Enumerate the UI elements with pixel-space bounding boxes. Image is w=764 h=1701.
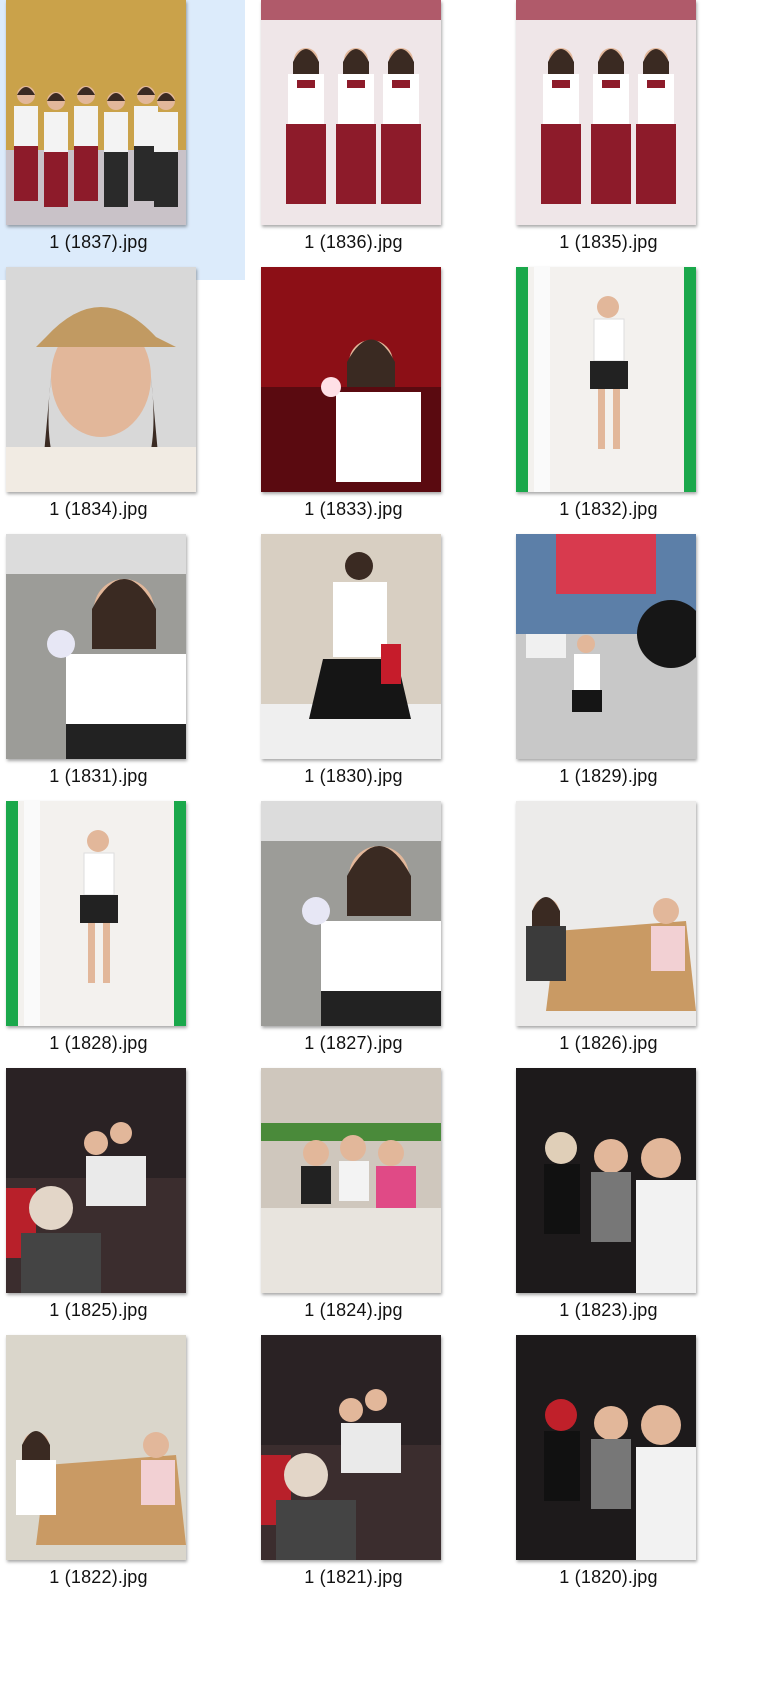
file-item[interactable]: 1 (1825).jpg <box>0 1068 245 1348</box>
file-item[interactable]: 1 (1827).jpg <box>255 801 500 1081</box>
file-thumbnail[interactable] <box>261 267 441 492</box>
file-thumbnail[interactable] <box>516 267 696 492</box>
file-thumbnail[interactable] <box>6 1068 186 1293</box>
file-thumbnail[interactable] <box>6 0 186 225</box>
file-name-label: 1 (1821).jpg <box>304 1567 403 1587</box>
file-item[interactable]: 1 (1820).jpg <box>510 1335 755 1615</box>
file-thumbnail[interactable] <box>516 534 696 759</box>
file-name-label: 1 (1832).jpg <box>559 499 658 519</box>
file-name-label: 1 (1823).jpg <box>559 1300 658 1320</box>
file-name-label: 1 (1820).jpg <box>559 1567 658 1587</box>
file-item[interactable]: 1 (1821).jpg <box>255 1335 500 1615</box>
file-name-label: 1 (1825).jpg <box>49 1300 148 1320</box>
file-thumbnail[interactable] <box>6 1335 186 1560</box>
file-thumbnail[interactable] <box>6 534 186 759</box>
file-item[interactable]: 1 (1824).jpg <box>255 1068 500 1348</box>
file-name-label: 1 (1826).jpg <box>559 1033 658 1053</box>
file-thumbnail[interactable] <box>261 534 441 759</box>
file-thumbnail[interactable] <box>261 801 441 1026</box>
file-item[interactable]: 1 (1835).jpg <box>510 0 755 280</box>
file-name-label: 1 (1836).jpg <box>304 232 403 252</box>
file-item[interactable]: 1 (1829).jpg <box>510 534 755 814</box>
file-item[interactable]: 1 (1836).jpg <box>255 0 500 280</box>
file-item[interactable]: 1 (1826).jpg <box>510 801 755 1081</box>
file-thumbnail[interactable] <box>516 1335 696 1560</box>
file-item[interactable]: 1 (1832).jpg <box>510 267 755 547</box>
file-name-label: 1 (1824).jpg <box>304 1300 403 1320</box>
file-thumbnail[interactable] <box>6 267 196 492</box>
file-name-label: 1 (1834).jpg <box>49 499 148 519</box>
file-name-label: 1 (1831).jpg <box>49 766 148 786</box>
file-grid: 1 (1837).jpg 1 (1836).jpg 1 (1835).jpg 1 … <box>0 0 764 1701</box>
file-item[interactable]: 1 (1828).jpg <box>0 801 245 1081</box>
file-thumbnail[interactable] <box>6 801 186 1026</box>
file-name-label: 1 (1822).jpg <box>49 1567 148 1587</box>
file-name-label: 1 (1837).jpg <box>49 232 148 252</box>
file-item[interactable]: 1 (1823).jpg <box>510 1068 755 1348</box>
file-thumbnail[interactable] <box>261 0 441 225</box>
file-name-label: 1 (1827).jpg <box>304 1033 403 1053</box>
file-thumbnail[interactable] <box>261 1068 441 1293</box>
file-name-label: 1 (1833).jpg <box>304 499 403 519</box>
file-item[interactable]: 1 (1834).jpg <box>0 267 245 547</box>
file-thumbnail[interactable] <box>516 0 696 225</box>
file-item[interactable]: 1 (1822).jpg <box>0 1335 245 1615</box>
file-name-label: 1 (1830).jpg <box>304 766 403 786</box>
file-item[interactable]: 1 (1830).jpg <box>255 534 500 814</box>
file-item[interactable]: 1 (1831).jpg <box>0 534 245 814</box>
file-name-label: 1 (1835).jpg <box>559 232 658 252</box>
file-item[interactable]: 1 (1837).jpg <box>0 0 245 280</box>
file-thumbnail[interactable] <box>516 801 696 1026</box>
file-name-label: 1 (1828).jpg <box>49 1033 148 1053</box>
file-thumbnail[interactable] <box>516 1068 696 1293</box>
file-name-label: 1 (1829).jpg <box>559 766 658 786</box>
file-item[interactable]: 1 (1833).jpg <box>255 267 500 547</box>
file-thumbnail[interactable] <box>261 1335 441 1560</box>
